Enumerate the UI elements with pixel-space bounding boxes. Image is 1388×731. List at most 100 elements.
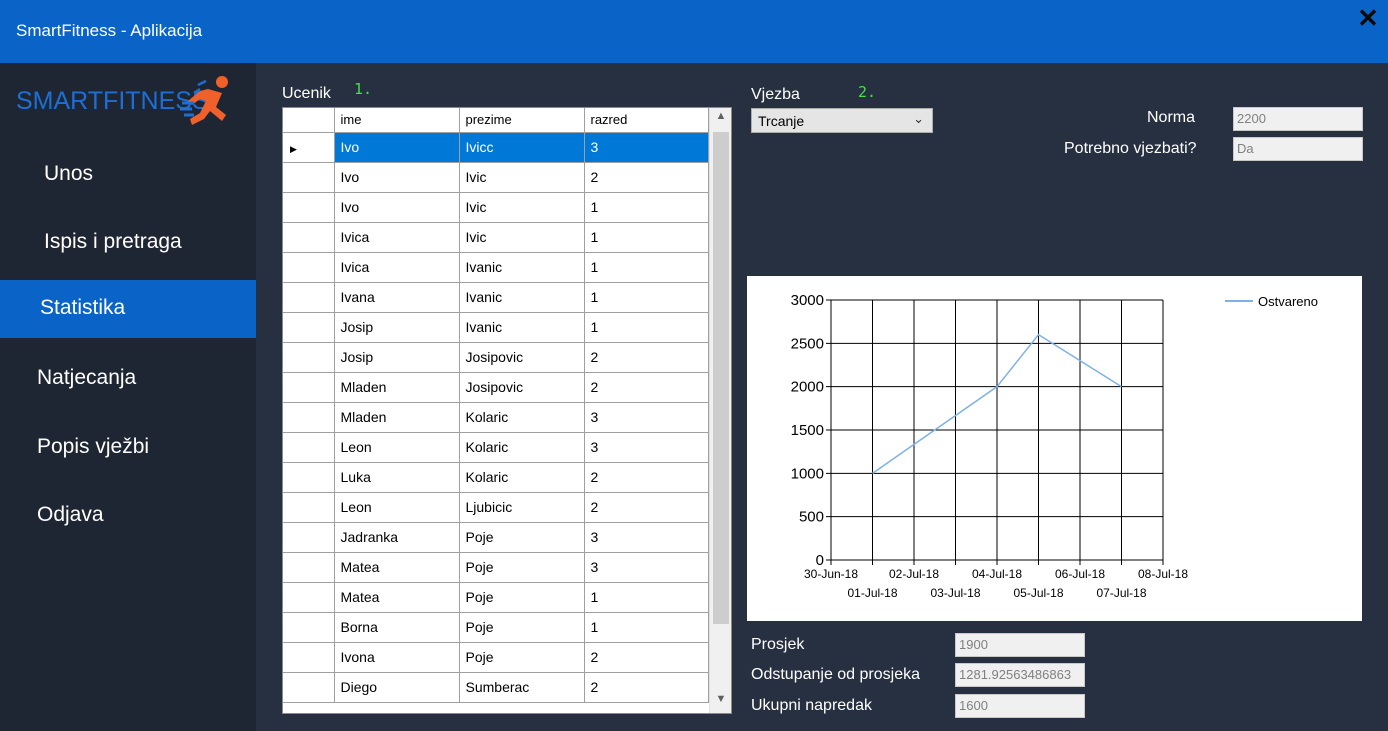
sidebar-item-ispis[interactable]: Ispis i pretraga xyxy=(0,214,256,272)
table-row[interactable]: Mladen Josipovic 2 xyxy=(283,372,709,403)
row-header[interactable] xyxy=(283,672,335,703)
table-row[interactable]: Jadranka Poje 3 xyxy=(283,522,709,553)
row-header[interactable] xyxy=(283,282,335,313)
table-row[interactable]: Borna Poje 1 xyxy=(283,612,709,643)
cell-prezime[interactable]: Ivic xyxy=(459,162,585,193)
column-header-prezime[interactable]: prezime xyxy=(459,108,585,133)
cell-ime[interactable]: Borna xyxy=(334,612,460,643)
norma-field[interactable]: 2200 xyxy=(1233,107,1363,131)
row-header[interactable] xyxy=(283,582,335,613)
sidebar-item-popis-vjezbi[interactable]: Popis vježbi xyxy=(0,419,256,477)
row-header[interactable] xyxy=(283,252,335,283)
cell-ime[interactable]: Matea xyxy=(334,582,460,613)
cell-ime[interactable]: Leon xyxy=(334,492,460,523)
close-icon[interactable]: ✕ xyxy=(1354,4,1382,32)
cell-razred[interactable]: 1 xyxy=(584,312,709,343)
scroll-up-icon[interactable]: ▲ xyxy=(710,110,731,130)
table-row[interactable]: Mladen Kolaric 3 xyxy=(283,402,709,433)
cell-razred[interactable]: 3 xyxy=(584,432,709,463)
table-row[interactable]: Ivo Ivic 1 xyxy=(283,192,709,223)
cell-prezime[interactable]: Ljubicic xyxy=(459,492,585,523)
cell-razred[interactable]: 3 xyxy=(584,522,709,553)
cell-ime[interactable]: Josip xyxy=(334,312,460,343)
row-header[interactable] xyxy=(283,552,335,583)
cell-razred[interactable]: 2 xyxy=(584,342,709,373)
cell-prezime[interactable]: Ivic xyxy=(459,222,585,253)
column-header-ime[interactable]: ime xyxy=(334,108,460,133)
cell-ime[interactable]: Leon xyxy=(334,432,460,463)
cell-razred[interactable]: 1 xyxy=(584,282,709,313)
table-row[interactable]: Josip Ivanic 1 xyxy=(283,312,709,343)
table-row[interactable]: Matea Poje 3 xyxy=(283,552,709,583)
cell-prezime[interactable]: Ivic xyxy=(459,192,585,223)
table-row[interactable]: Josip Josipovic 2 xyxy=(283,342,709,373)
table-row[interactable]: Luka Kolaric 2 xyxy=(283,462,709,493)
cell-prezime[interactable]: Poje xyxy=(459,612,585,643)
row-header[interactable] xyxy=(283,432,335,463)
table-row[interactable]: Leon Kolaric 3 xyxy=(283,432,709,463)
cell-razred[interactable]: 1 xyxy=(584,192,709,223)
cell-razred[interactable]: 2 xyxy=(584,372,709,403)
cell-prezime[interactable]: Josipovic xyxy=(459,372,585,403)
table-row[interactable]: Leon Ljubicic 2 xyxy=(283,492,709,523)
prosjek-field[interactable]: 1900 xyxy=(955,633,1085,657)
cell-ime[interactable]: Ivona xyxy=(334,642,460,673)
cell-ime[interactable]: Jadranka xyxy=(334,522,460,553)
cell-ime[interactable]: Matea xyxy=(334,552,460,583)
cell-ime[interactable]: Ivica xyxy=(334,252,460,283)
table-row[interactable]: Ivica Ivic 1 xyxy=(283,222,709,253)
row-header[interactable] xyxy=(283,522,335,553)
exercise-select[interactable]: Trcanje ⌄ xyxy=(751,108,933,133)
cell-razred[interactable]: 2 xyxy=(584,162,709,193)
row-header[interactable] xyxy=(283,642,335,673)
column-header-razred[interactable]: razred xyxy=(584,108,709,133)
cell-razred[interactable]: 2 xyxy=(584,462,709,493)
table-row[interactable]: Ivona Poje 2 xyxy=(283,642,709,673)
table-row[interactable]: ▶ Ivo Ivicc 3 xyxy=(283,132,709,163)
students-grid[interactable]: ime prezime razred ▶ Ivo Ivicc 3 Ivo Ivic 2 Ivo… xyxy=(282,107,732,714)
cell-razred[interactable]: 1 xyxy=(584,222,709,253)
cell-ime[interactable]: Ivana xyxy=(334,282,460,313)
cell-prezime[interactable]: Kolaric xyxy=(459,432,585,463)
cell-razred[interactable]: 1 xyxy=(584,582,709,613)
odstupanje-field[interactable]: 1281.92563486863 xyxy=(955,663,1085,687)
potrebno-field[interactable]: Da xyxy=(1233,137,1363,161)
napredak-field[interactable]: 1600 xyxy=(955,694,1085,718)
table-row[interactable]: Ivo Ivic 2 xyxy=(283,162,709,193)
cell-prezime[interactable]: Kolaric xyxy=(459,462,585,493)
sidebar-item-odjava[interactable]: Odjava xyxy=(0,487,256,545)
table-row[interactable]: Ivica Ivanic 1 xyxy=(283,252,709,283)
cell-prezime[interactable]: Josipovic xyxy=(459,342,585,373)
grid-scrollbar[interactable]: ▲ ▼ xyxy=(709,108,731,713)
table-row[interactable]: Diego Sumberac 2 xyxy=(283,672,709,703)
cell-ime[interactable]: Luka xyxy=(334,462,460,493)
cell-razred[interactable]: 2 xyxy=(584,642,709,673)
row-header[interactable]: ▶ xyxy=(283,132,335,163)
cell-ime[interactable]: Mladen xyxy=(334,372,460,403)
row-header[interactable] xyxy=(283,162,335,193)
row-header[interactable] xyxy=(283,222,335,253)
cell-prezime[interactable]: Poje xyxy=(459,582,585,613)
row-header[interactable] xyxy=(283,492,335,523)
table-row[interactable]: Ivana Ivanic 1 xyxy=(283,282,709,313)
cell-prezime[interactable]: Poje xyxy=(459,552,585,583)
cell-razred[interactable]: 2 xyxy=(584,672,709,703)
cell-razred[interactable]: 3 xyxy=(584,402,709,433)
sidebar-item-natjecanja[interactable]: Natjecanja xyxy=(0,350,256,408)
scroll-thumb[interactable] xyxy=(713,132,729,624)
cell-ime[interactable]: Ivo xyxy=(334,192,460,223)
row-header[interactable] xyxy=(283,192,335,223)
cell-prezime[interactable]: Poje xyxy=(459,642,585,673)
row-header[interactable] xyxy=(283,462,335,493)
cell-prezime[interactable]: Kolaric xyxy=(459,402,585,433)
cell-ime[interactable]: Ivo xyxy=(334,162,460,193)
sidebar-item-statistika[interactable]: Statistika xyxy=(0,280,256,338)
cell-razred[interactable]: 1 xyxy=(584,252,709,283)
cell-ime[interactable]: Josip xyxy=(334,342,460,373)
cell-ime[interactable]: Ivica xyxy=(334,222,460,253)
row-header[interactable] xyxy=(283,612,335,643)
cell-prezime[interactable]: Poje xyxy=(459,522,585,553)
cell-prezime[interactable]: Ivicc xyxy=(459,132,585,163)
row-header[interactable] xyxy=(283,312,335,343)
cell-prezime[interactable]: Sumberac xyxy=(459,672,585,703)
